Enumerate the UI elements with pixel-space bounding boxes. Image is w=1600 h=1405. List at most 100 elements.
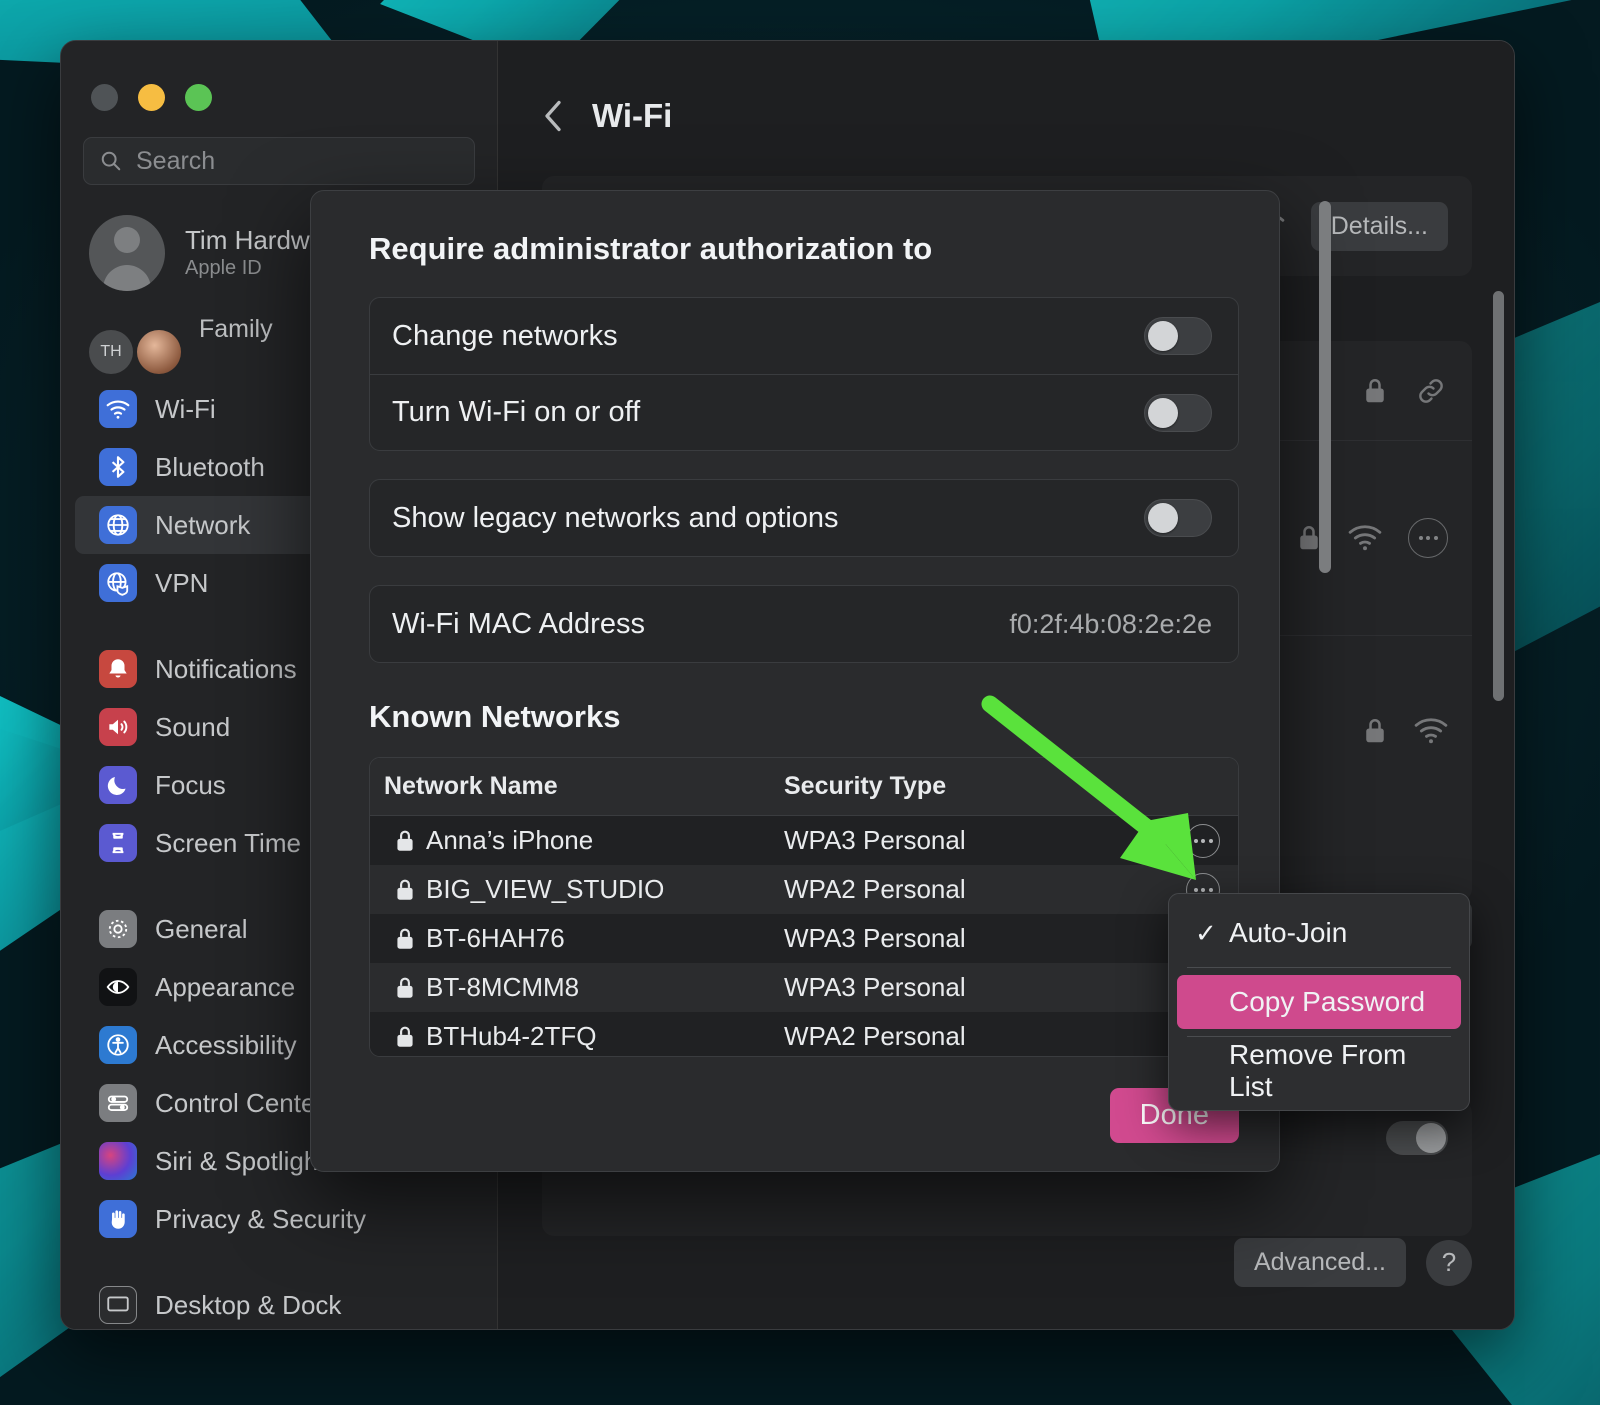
- table-row[interactable]: Anna’s iPhone WPA3 Personal: [370, 816, 1238, 865]
- advanced-button[interactable]: Advanced...: [1234, 1238, 1406, 1287]
- auth-settings-group: Change networks Turn Wi-Fi on or off: [369, 297, 1239, 451]
- change-networks-toggle[interactable]: [1144, 317, 1212, 355]
- column-header-security-type: Security Type: [784, 772, 1238, 801]
- network-name-cell: BIG_VIEW_STUDIO: [426, 874, 784, 905]
- sheet-content: Require administrator authorization to C…: [311, 191, 1279, 1057]
- more-options-button[interactable]: [1408, 518, 1448, 558]
- close-button[interactable]: [91, 84, 118, 111]
- row-more-options-button[interactable]: [1168, 824, 1238, 858]
- sidebar-item-label: Screen Time: [155, 828, 301, 859]
- known-networks-heading: Known Networks: [369, 699, 1239, 735]
- help-button[interactable]: ?: [1426, 1240, 1472, 1286]
- wifi-signal-icon: [1414, 718, 1448, 744]
- setting-row-turn-wifi-on-off[interactable]: Turn Wi-Fi on or off: [370, 374, 1238, 450]
- sidebar-item-label: Privacy & Security: [155, 1204, 366, 1235]
- menu-item-copy-password[interactable]: Copy Password: [1177, 975, 1461, 1029]
- lock-icon: [1362, 376, 1388, 406]
- network-context-menu: ✓ Auto-Join Copy Password Remove From Li…: [1168, 893, 1470, 1111]
- sidebar-item-label: Focus: [155, 770, 226, 801]
- sidebar-item-label: Accessibility: [155, 1030, 297, 1061]
- family-label: Family: [199, 315, 273, 344]
- moon-icon: [99, 766, 137, 804]
- details-button[interactable]: Details...: [1311, 202, 1448, 251]
- sidebar-item-label: Control Cente: [155, 1088, 315, 1119]
- setting-label: Show legacy networks and options: [392, 502, 1144, 535]
- sidebar-item-label: VPN: [155, 568, 208, 599]
- search-input[interactable]: Search: [83, 137, 475, 185]
- lock-icon: [384, 975, 426, 1001]
- globe-icon: [99, 506, 137, 544]
- lock-icon: [384, 828, 426, 854]
- network-name-cell: Anna’s iPhone: [426, 825, 784, 856]
- network-name-cell: BTHub4-2TFQ: [426, 1021, 784, 1052]
- bluetooth-icon: [99, 448, 137, 486]
- menu-item-remove-from-list[interactable]: Remove From List: [1177, 1044, 1461, 1098]
- wallpaper-streak: [1500, 260, 1600, 680]
- sidebar-item-privacy-security[interactable]: Privacy & Security: [75, 1190, 483, 1248]
- sidebar-item-label: General: [155, 914, 248, 945]
- page-title: Wi-Fi: [592, 97, 672, 135]
- window-controls: [61, 41, 497, 111]
- sheet-title: Require administrator authorization to: [369, 231, 1239, 267]
- setting-label: Turn Wi-Fi on or off: [392, 396, 1144, 429]
- sidebar-item-label: Desktop & Dock: [155, 1290, 341, 1321]
- checkmark-icon: ✓: [1195, 918, 1229, 949]
- sidebar-item-desktop-dock[interactable]: Desktop & Dock: [75, 1276, 483, 1330]
- search-placeholder: Search: [136, 147, 215, 176]
- sheet-scrollbar[interactable]: [1319, 201, 1331, 573]
- menu-separator: [1187, 1036, 1451, 1037]
- network-name-cell: BT-6HAH76: [426, 923, 784, 954]
- turn-wifi-on-off-toggle[interactable]: [1144, 394, 1212, 432]
- security-type-cell: WPA3 Personal: [784, 923, 1168, 954]
- lock-icon: [384, 877, 426, 903]
- back-chevron-icon[interactable]: [542, 98, 564, 134]
- mac-address-label: Wi-Fi MAC Address: [392, 608, 1009, 641]
- mac-address-group: Wi-Fi MAC Address f0:2f:4b:08:2e:2e: [369, 585, 1239, 663]
- vpn-globe-icon: [99, 564, 137, 602]
- menu-item-label: Copy Password: [1229, 986, 1425, 1018]
- bell-icon: [99, 650, 137, 688]
- wifi-icon: [99, 390, 137, 428]
- gear-icon: [99, 910, 137, 948]
- search-icon: [100, 150, 122, 172]
- security-type-cell: WPA3 Personal: [784, 972, 1168, 1003]
- family-avatar-initials: TH: [89, 330, 133, 374]
- show-legacy-toggle[interactable]: [1144, 499, 1212, 537]
- desktop-icon: [99, 1286, 137, 1324]
- sidebar-item-label: Wi-Fi: [155, 394, 216, 425]
- menu-item-label: Auto-Join: [1229, 917, 1347, 949]
- control-center-icon: [99, 1084, 137, 1122]
- wifi-signal-icon: [1348, 525, 1382, 551]
- mac-address-value: f0:2f:4b:08:2e:2e: [1009, 609, 1212, 640]
- ask-to-join-toggle[interactable]: [1386, 1121, 1448, 1155]
- sidebar-item-label: Notifications: [155, 654, 297, 685]
- table-row[interactable]: BT-6HAH76 WPA3 Personal: [370, 914, 1238, 963]
- legacy-networks-group: Show legacy networks and options: [369, 479, 1239, 557]
- setting-row-show-legacy[interactable]: Show legacy networks and options: [370, 480, 1238, 556]
- wifi-options-sheet: Require administrator authorization to C…: [310, 190, 1280, 1172]
- detail-scrollbar[interactable]: [1493, 291, 1504, 701]
- sidebar-item-label: Sound: [155, 712, 230, 743]
- menu-item-auto-join[interactable]: ✓ Auto-Join: [1177, 906, 1461, 960]
- table-header-row: Network Name Security Type: [370, 758, 1238, 816]
- detail-header: Wi-Fi: [498, 41, 1514, 135]
- account-subtitle: Apple ID: [185, 257, 310, 280]
- detail-footer: Advanced... ?: [1234, 1238, 1472, 1287]
- network-name-cell: BT-8MCMM8: [426, 972, 784, 1003]
- security-type-cell: WPA3 Personal: [784, 825, 1168, 856]
- speaker-icon: [99, 708, 137, 746]
- sidebar-item-label: Bluetooth: [155, 452, 265, 483]
- eye-icon: [99, 968, 137, 1006]
- sidebar-item-label: Network: [155, 510, 250, 541]
- table-row[interactable]: BT-8MCMM8 WPA3 Personal: [370, 963, 1238, 1012]
- table-row[interactable]: BIG_VIEW_STUDIO WPA2 Personal: [370, 865, 1238, 914]
- column-header-network-name: Network Name: [384, 772, 784, 801]
- table-row[interactable]: BTHub4-2TFQ WPA2 Personal: [370, 1012, 1238, 1057]
- account-name: Tim Hardw: [185, 226, 310, 256]
- setting-row-change-networks[interactable]: Change networks: [370, 298, 1238, 374]
- zoom-button[interactable]: [185, 84, 212, 111]
- minimize-button[interactable]: [138, 84, 165, 111]
- lock-icon: [384, 926, 426, 952]
- link-icon: [1414, 376, 1448, 406]
- avatar: [89, 215, 165, 291]
